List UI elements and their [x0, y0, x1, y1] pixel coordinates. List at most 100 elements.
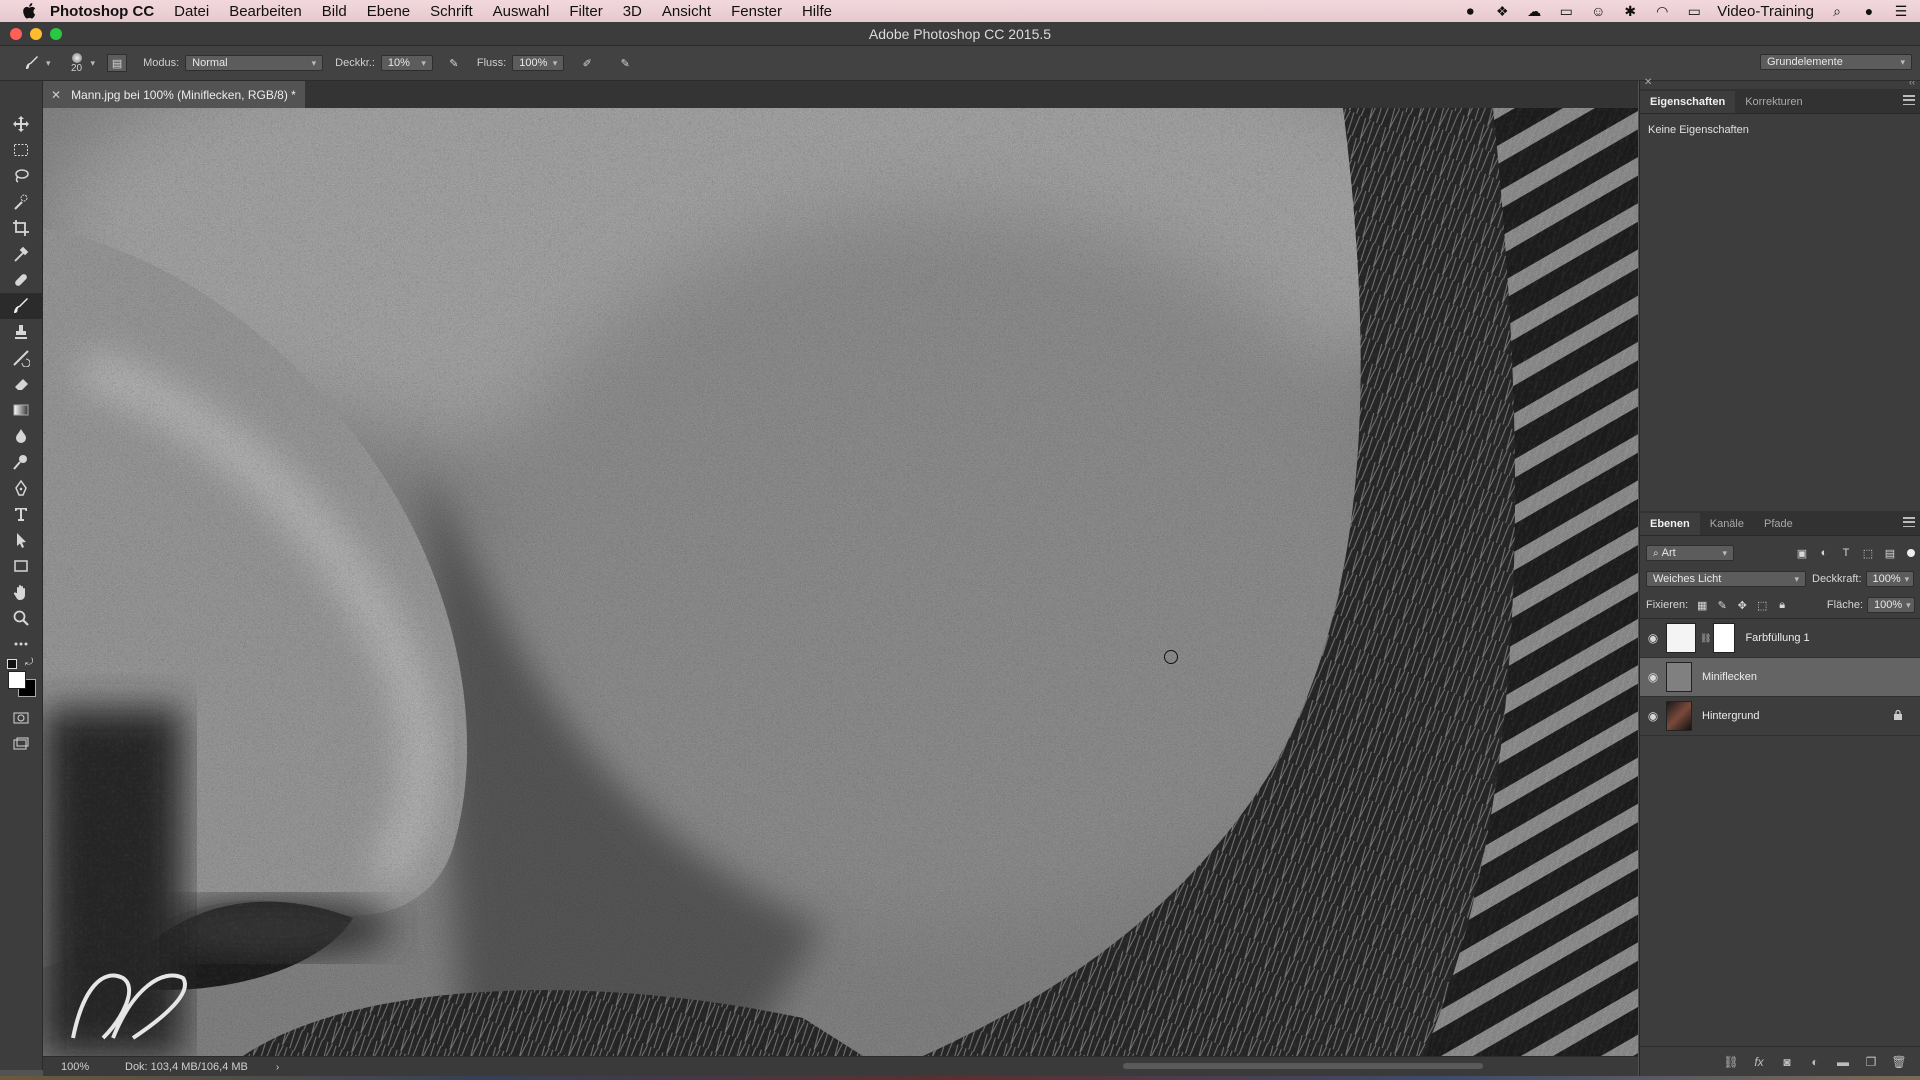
menu-schrift[interactable]: Schrift [430, 3, 473, 20]
eraser-icon[interactable] [0, 371, 42, 397]
mode-select[interactable]: Normal ▾ [185, 55, 324, 71]
creative-cloud-icon[interactable]: ☁ [1525, 3, 1543, 19]
lasso-icon[interactable] [0, 163, 42, 189]
hand-icon[interactable] [0, 579, 42, 605]
airbrush-icon[interactable]: ✐ [578, 57, 596, 70]
filter-pixel-icon[interactable]: ▣ [1791, 547, 1813, 560]
filter-adjustment-icon[interactable]: ◐ [1813, 547, 1835, 559]
layer-opacity-input[interactable]: 100% ▾ [1865, 571, 1914, 587]
eye-icon[interactable]: ◉ [1640, 631, 1666, 645]
collapse-panels-icon[interactable]: ‹‹ [1909, 77, 1915, 87]
battery-icon[interactable]: ▭ [1557, 3, 1575, 19]
layer-mask-thumbnail[interactable] [1713, 623, 1736, 653]
pressure-opacity-icon[interactable]: ✎ [445, 57, 463, 70]
menu-ebene[interactable]: Ebene [367, 3, 410, 20]
menu-auswahl[interactable]: Auswahl [493, 3, 550, 20]
tab-ebenen[interactable]: Ebenen [1640, 513, 1700, 535]
dodge-icon[interactable] [0, 449, 42, 475]
quick-selection-icon[interactable] [0, 189, 42, 215]
menu-filter[interactable]: Filter [569, 3, 602, 20]
healing-brush-icon[interactable] [0, 267, 42, 293]
blur-icon[interactable] [0, 423, 42, 449]
close-tab-icon[interactable]: ✕ [51, 88, 61, 102]
more-tools-icon[interactable] [0, 631, 42, 657]
swap-colors-icon[interactable]: ⤾ [25, 657, 33, 668]
image-canvas[interactable] [43, 108, 1638, 1056]
quick-mask-icon[interactable] [0, 705, 42, 731]
airplay-icon[interactable]: ▭ [1685, 3, 1703, 19]
notification-center-icon[interactable]: ☰ [1892, 3, 1910, 19]
brush-size-chevron-icon[interactable]: ▾ [91, 58, 96, 69]
brush-panel-toggle-icon[interactable]: ▤ [107, 54, 128, 72]
status-menu-chevron-icon[interactable]: › [276, 1062, 279, 1073]
filter-type-icon[interactable]: T [1835, 547, 1857, 559]
apple-icon[interactable] [20, 2, 38, 20]
panel-menu-icon[interactable] [1903, 95, 1915, 105]
move-icon[interactable] [0, 111, 42, 137]
layer-row[interactable]: ◉ Miniflecken [1640, 658, 1920, 697]
record-icon[interactable]: ⏺ [1461, 3, 1479, 19]
document-tab[interactable]: ✕ Mann.jpg bei 100% (Miniflecken, RGB/8)… [43, 81, 305, 108]
gradient-icon[interactable] [0, 397, 42, 423]
link-layers-icon[interactable]: ⛓ [1723, 1054, 1739, 1070]
filter-smart-object-icon[interactable]: ▤ [1879, 547, 1901, 560]
brush-size-preview[interactable]: 20 [67, 52, 87, 74]
app-name-menu[interactable]: Photoshop CC [50, 3, 154, 20]
path-selection-icon[interactable] [0, 527, 42, 553]
workspace-select[interactable]: Grundelemente ▾ [1760, 54, 1912, 70]
finder-icon[interactable]: ☺ [1589, 3, 1607, 19]
siri-icon[interactable]: ● [1860, 3, 1878, 19]
layer-name[interactable]: Hintergrund [1702, 710, 1759, 722]
bluetooth-icon[interactable]: ✱ [1621, 3, 1639, 19]
pen-icon[interactable] [0, 475, 42, 501]
marquee-icon[interactable] [0, 137, 42, 163]
blend-mode-select[interactable]: Weiches Licht ▾ [1646, 571, 1806, 587]
layer-name[interactable]: Farbfüllung 1 [1745, 632, 1809, 644]
user-name[interactable]: Video-Training [1717, 3, 1814, 20]
tab-eigenschaften[interactable]: Eigenschaften [1640, 91, 1736, 113]
delete-layer-icon[interactable]: 🗑︎ [1891, 1054, 1907, 1070]
filter-toggle-icon[interactable] [1907, 549, 1915, 557]
zoom-level[interactable]: 100% [61, 1061, 117, 1073]
dropbox-icon[interactable]: ❖ [1493, 3, 1511, 19]
tab-korrekturen[interactable]: Korrekturen [1735, 91, 1812, 113]
pressure-size-icon[interactable]: ✎ [616, 57, 634, 70]
layer-row[interactable]: ◉ ⛓ Farbfüllung 1 [1640, 619, 1920, 658]
menu-3d[interactable]: 3D [623, 3, 642, 20]
menu-datei[interactable]: Datei [174, 3, 209, 20]
zoom-icon[interactable] [0, 605, 42, 631]
chevron-down-icon[interactable]: ▾ [46, 58, 51, 69]
menu-bild[interactable]: Bild [322, 3, 347, 20]
close-panel-icon[interactable]: ✕ [1644, 77, 1652, 88]
lock-transparency-icon[interactable]: ▦ [1692, 599, 1712, 612]
new-adjustment-layer-icon[interactable]: ◐ [1807, 1054, 1823, 1070]
tab-pfade[interactable]: Pfade [1754, 513, 1803, 535]
fill-input[interactable]: 100% ▾ [1867, 597, 1915, 613]
layer-filter-select[interactable]: ⌕ Art ▾ [1646, 545, 1734, 561]
menu-hilfe[interactable]: Hilfe [802, 3, 832, 20]
horizontal-scrollbar[interactable] [1123, 1063, 1483, 1069]
layer-name[interactable]: Miniflecken [1702, 671, 1757, 683]
opacity-input[interactable]: 10% ▾ [380, 55, 433, 71]
lock-all-icon[interactable]: 🔒︎ [1772, 599, 1792, 612]
eye-icon[interactable]: ◉ [1640, 709, 1666, 723]
lock-artboard-icon[interactable]: ⬚ [1752, 599, 1772, 612]
add-mask-icon[interactable]: ◙ [1779, 1054, 1795, 1070]
screen-mode-icon[interactable] [0, 731, 42, 757]
clone-stamp-icon[interactable] [0, 319, 42, 345]
tab-kanaele[interactable]: Kanäle [1700, 513, 1754, 535]
new-layer-icon[interactable]: ❐ [1863, 1054, 1879, 1070]
crop-icon[interactable] [0, 215, 42, 241]
default-colors-icon[interactable] [7, 659, 17, 669]
menu-ansicht[interactable]: Ansicht [662, 3, 711, 20]
wifi-icon[interactable]: ◠ [1653, 3, 1671, 19]
lock-pixels-icon[interactable]: ✎ [1712, 599, 1732, 612]
lock-position-icon[interactable]: ✥ [1732, 599, 1752, 612]
link-icon[interactable]: ⛓ [1700, 633, 1711, 644]
flow-input[interactable]: 100% ▾ [512, 55, 565, 71]
layer-style-fx-icon[interactable]: fx [1751, 1054, 1767, 1070]
layer-row[interactable]: ◉ Hintergrund [1640, 697, 1920, 736]
brush-icon[interactable] [0, 293, 42, 319]
menu-bearbeiten[interactable]: Bearbeiten [229, 3, 302, 20]
menu-fenster[interactable]: Fenster [731, 3, 782, 20]
